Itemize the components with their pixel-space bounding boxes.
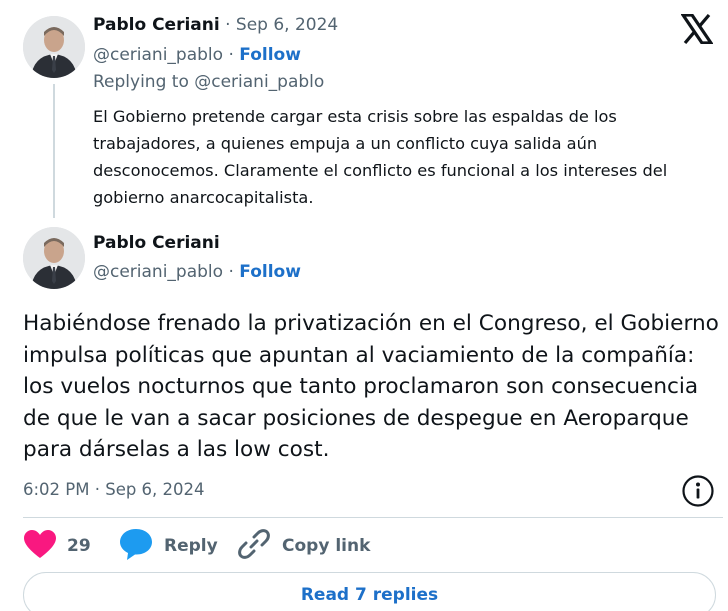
thread-line (53, 84, 55, 218)
copy-link-label: Copy link (282, 536, 371, 556)
follow-button[interactable]: Follow (239, 262, 301, 282)
reply-label: Reply (164, 536, 218, 556)
handle-separator: · (223, 45, 240, 65)
avatar[interactable] (23, 16, 85, 78)
replying-to[interactable]: Replying to @ceriani_pablo (93, 72, 324, 92)
handle[interactable]: @ceriani_pablo (93, 45, 223, 65)
reply-button[interactable]: Reply (118, 528, 218, 564)
follow-button[interactable]: Follow (239, 45, 301, 65)
avatar[interactable] (23, 227, 85, 289)
like-button[interactable]: 29 (23, 528, 91, 564)
author-name[interactable]: Pablo Ceriani (93, 233, 220, 253)
handle-separator: · (223, 262, 240, 282)
reply-tweet-text: El Gobierno pretende cargar esta crisis … (93, 107, 668, 207)
speech-bubble-icon (118, 527, 154, 565)
embedded-tweet-card: Pablo Ceriani · Sep 6, 2024 @ceriani_pab… (0, 0, 728, 611)
link-icon (236, 526, 272, 566)
meta-separator: · (219, 15, 236, 35)
handle[interactable]: @ceriani_pablo (93, 262, 223, 282)
main-tweet-text: Habiéndose frenado la privatización en e… (23, 311, 719, 462)
heart-icon (23, 529, 57, 563)
handle-row: @ceriani_pablo · Follow (93, 45, 301, 65)
info-icon[interactable] (681, 474, 715, 508)
read-replies-label: Read 7 replies (300, 585, 439, 605)
x-logo-icon[interactable] (679, 13, 715, 45)
author-name-text[interactable]: Pablo Ceriani (93, 15, 220, 35)
copy-link-button[interactable]: Copy link (236, 528, 370, 564)
tweet-date[interactable]: Sep 6, 2024 (236, 15, 338, 35)
divider (23, 517, 723, 518)
handle-row: @ceriani_pablo · Follow (93, 262, 301, 282)
tweet-timestamp[interactable]: 6:02 PM · Sep 6, 2024 (23, 480, 205, 499)
like-count: 29 (67, 536, 91, 556)
author-name[interactable]: Pablo Ceriani · Sep 6, 2024 (93, 15, 338, 35)
read-replies-button[interactable]: Read 7 replies (23, 572, 716, 611)
